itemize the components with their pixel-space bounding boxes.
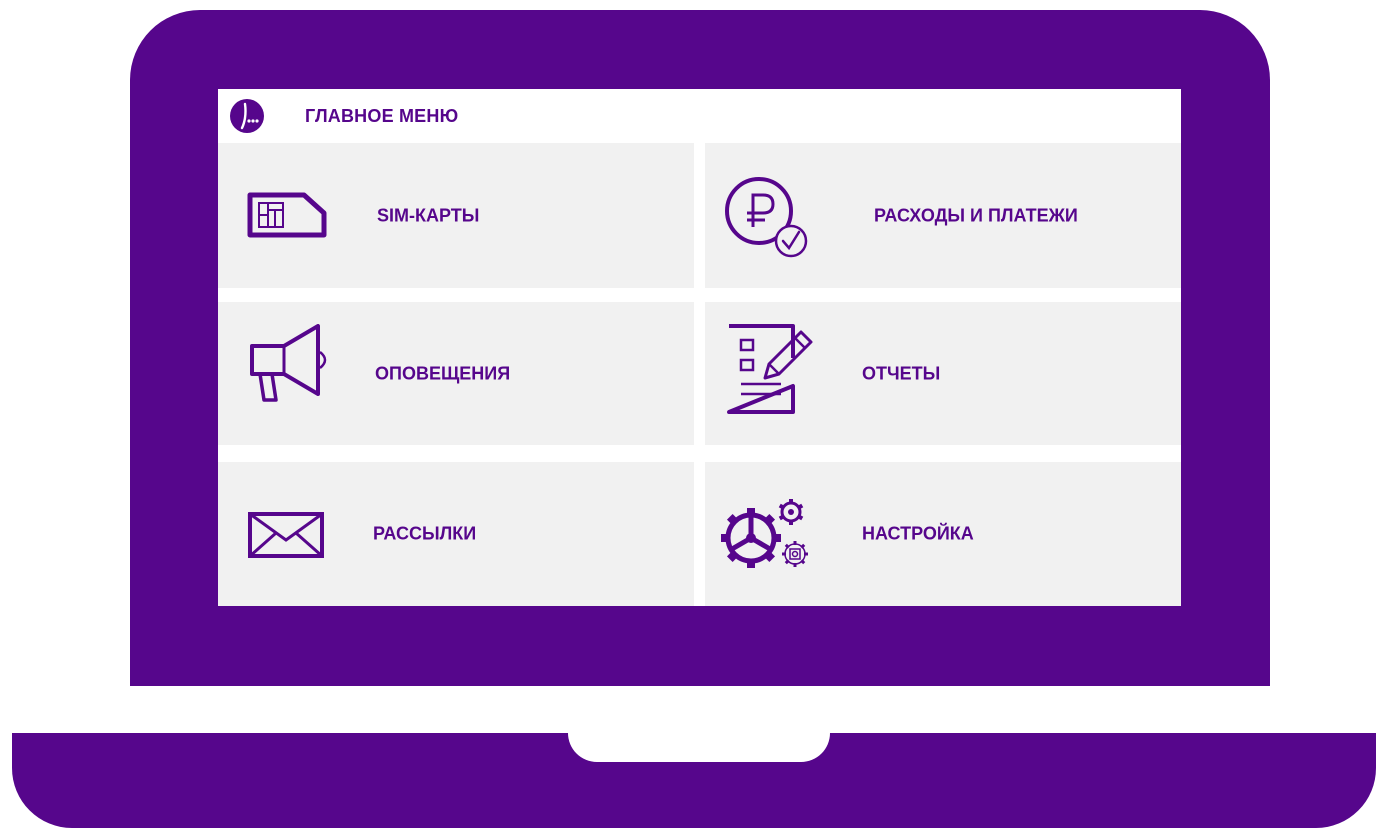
menu-tile-sim-cards-label: SIM-КАРТЫ: [377, 205, 480, 225]
sim-card-icon: [247, 192, 327, 238]
menu-tile-reports[interactable]: ОТЧЕТЫ: [705, 302, 1181, 445]
gears-icon: [721, 499, 808, 568]
laptop-screen: ГЛАВНОЕ МЕНЮ SIM-КАРТЫ РАСХОДЫ И ПЛАТЕЖИ: [218, 89, 1181, 606]
report-pencil-icon: [727, 324, 813, 414]
menu-tile-payments-label: РАСХОДЫ И ПЛАТЕЖИ: [874, 205, 1078, 225]
menu-tile-reports-label: ОТЧЕТЫ: [862, 363, 941, 383]
envelope-icon: [248, 512, 324, 558]
menu-tile-sim-cards[interactable]: SIM-КАРТЫ: [218, 143, 694, 288]
menu-tile-mailings[interactable]: РАССЫЛКИ: [218, 462, 694, 606]
megaphone-icon: [250, 324, 327, 402]
main-menu-header: ГЛАВНОЕ МЕНЮ: [218, 89, 1181, 143]
page-title: ГЛАВНОЕ МЕНЮ: [305, 106, 459, 126]
megafon-logo-icon: [230, 99, 264, 133]
menu-tile-payments[interactable]: РАСХОДЫ И ПЛАТЕЖИ: [705, 143, 1181, 288]
menu-tile-settings[interactable]: НАСТРОЙКА: [705, 462, 1181, 606]
laptop-trackpad-notch: [568, 733, 830, 762]
menu-tile-mailings-label: РАССЫЛКИ: [373, 523, 477, 544]
menu-tile-settings-label: НАСТРОЙКА: [862, 523, 974, 544]
menu-tile-notifications[interactable]: ОПОВЕЩЕНИЯ: [218, 302, 694, 445]
ruble-check-icon: [725, 177, 808, 258]
menu-tile-notifications-label: ОПОВЕЩЕНИЯ: [375, 363, 511, 383]
